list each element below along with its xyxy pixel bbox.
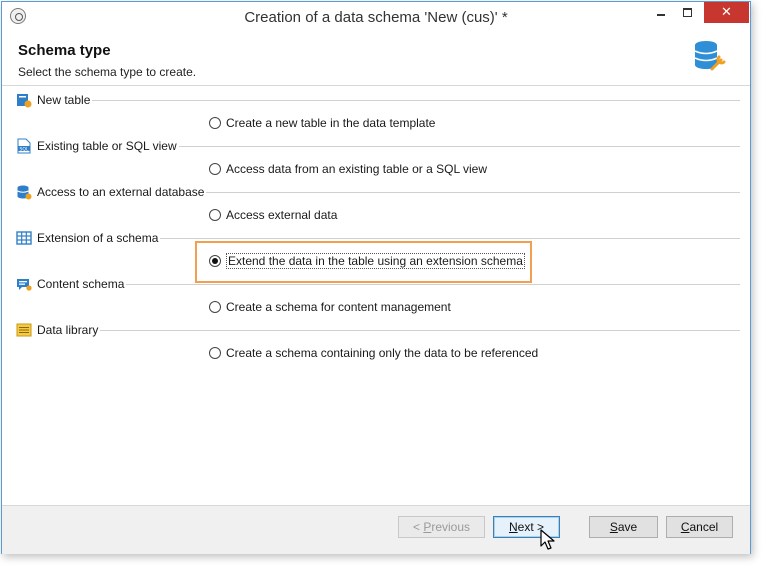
sql-icon: SQL xyxy=(17,138,31,154)
wizard-header: Schema type Select the schema type to cr… xyxy=(2,33,750,86)
window-title: Creation of a data schema 'New (cus)' * xyxy=(244,9,508,26)
group-content-schema: Content schema xyxy=(16,276,127,292)
option-label[interactable]: Extend the data in the table using an ex… xyxy=(226,253,525,269)
grid-icon xyxy=(16,231,32,245)
option-label[interactable]: Create a new table in the data template xyxy=(226,116,435,130)
title-bar: Creation of a data schema 'New (cus)' * … xyxy=(2,2,750,32)
mouse-cursor-icon xyxy=(540,529,555,550)
group-label: New table xyxy=(37,93,91,107)
previous-button[interactable]: < Previous xyxy=(398,516,485,538)
radio-button[interactable] xyxy=(209,163,221,175)
option-content-schema[interactable]: Create a schema for content management xyxy=(209,299,451,315)
content-icon xyxy=(17,279,32,291)
group-divider xyxy=(16,330,740,331)
previous-label: revious xyxy=(431,520,471,534)
external-database-icon xyxy=(17,185,32,200)
schema-wizard-window: Creation of a data schema 'New (cus)' * … xyxy=(1,1,751,554)
page-title: Schema type xyxy=(18,42,111,59)
save-label: ave xyxy=(617,520,638,534)
cancel-mnemonic: C xyxy=(680,520,690,534)
schema-type-options: New table Create a new table in the data… xyxy=(2,86,750,504)
group-new-table: New table xyxy=(16,92,93,108)
radio-button[interactable] xyxy=(209,347,221,359)
radio-button[interactable] xyxy=(209,209,221,221)
group-label: Existing table or SQL view xyxy=(37,139,177,153)
cancel-button[interactable]: Cancel xyxy=(666,516,733,538)
option-new-table[interactable]: Create a new table in the data template xyxy=(209,115,435,131)
database-wrench-icon xyxy=(694,41,726,71)
group-data-library: Data library xyxy=(16,322,101,338)
group-extension-schema: Extension of a schema xyxy=(16,230,161,246)
group-existing-table: SQL Existing table or SQL view xyxy=(16,138,179,154)
page-subtitle: Select the schema type to create. xyxy=(18,65,197,79)
next-mnemonic: N xyxy=(508,520,518,534)
group-divider xyxy=(16,100,740,101)
cancel-label: ancel xyxy=(689,520,719,534)
save-mnemonic: S xyxy=(609,520,618,534)
new-table-icon xyxy=(17,94,32,108)
library-icon xyxy=(16,323,32,337)
radio-button[interactable] xyxy=(209,117,221,129)
previous-prefix: < xyxy=(412,520,424,534)
close-button[interactable]: ✕ xyxy=(704,2,749,23)
option-data-library[interactable]: Create a schema containing only the data… xyxy=(209,345,538,361)
group-label: Content schema xyxy=(37,277,125,291)
option-label[interactable]: Create a schema containing only the data… xyxy=(226,346,538,360)
option-label[interactable]: Access data from an existing table or a … xyxy=(226,162,487,176)
save-button[interactable]: Save xyxy=(589,516,658,538)
minimize-button[interactable] xyxy=(648,2,674,23)
radio-button[interactable] xyxy=(209,301,221,313)
maximize-button[interactable] xyxy=(674,2,700,23)
svg-text:SQL: SQL xyxy=(20,146,29,152)
group-label: Extension of a schema xyxy=(37,231,159,245)
wizard-footer: < Previous Next > Save Cancel xyxy=(2,505,750,554)
radio-button-selected[interactable] xyxy=(209,255,221,267)
option-label[interactable]: Create a schema for content management xyxy=(226,300,451,314)
group-label: Access to an external database xyxy=(37,185,205,199)
group-external-database: Access to an external database xyxy=(16,184,207,200)
group-label: Data library xyxy=(37,323,99,337)
option-existing-table[interactable]: Access data from an existing table or a … xyxy=(209,161,487,177)
option-external-data[interactable]: Access external data xyxy=(209,207,337,223)
option-label[interactable]: Access external data xyxy=(226,208,337,222)
option-extension-schema[interactable]: Extend the data in the table using an ex… xyxy=(209,253,525,269)
previous-mnemonic: P xyxy=(423,520,432,534)
